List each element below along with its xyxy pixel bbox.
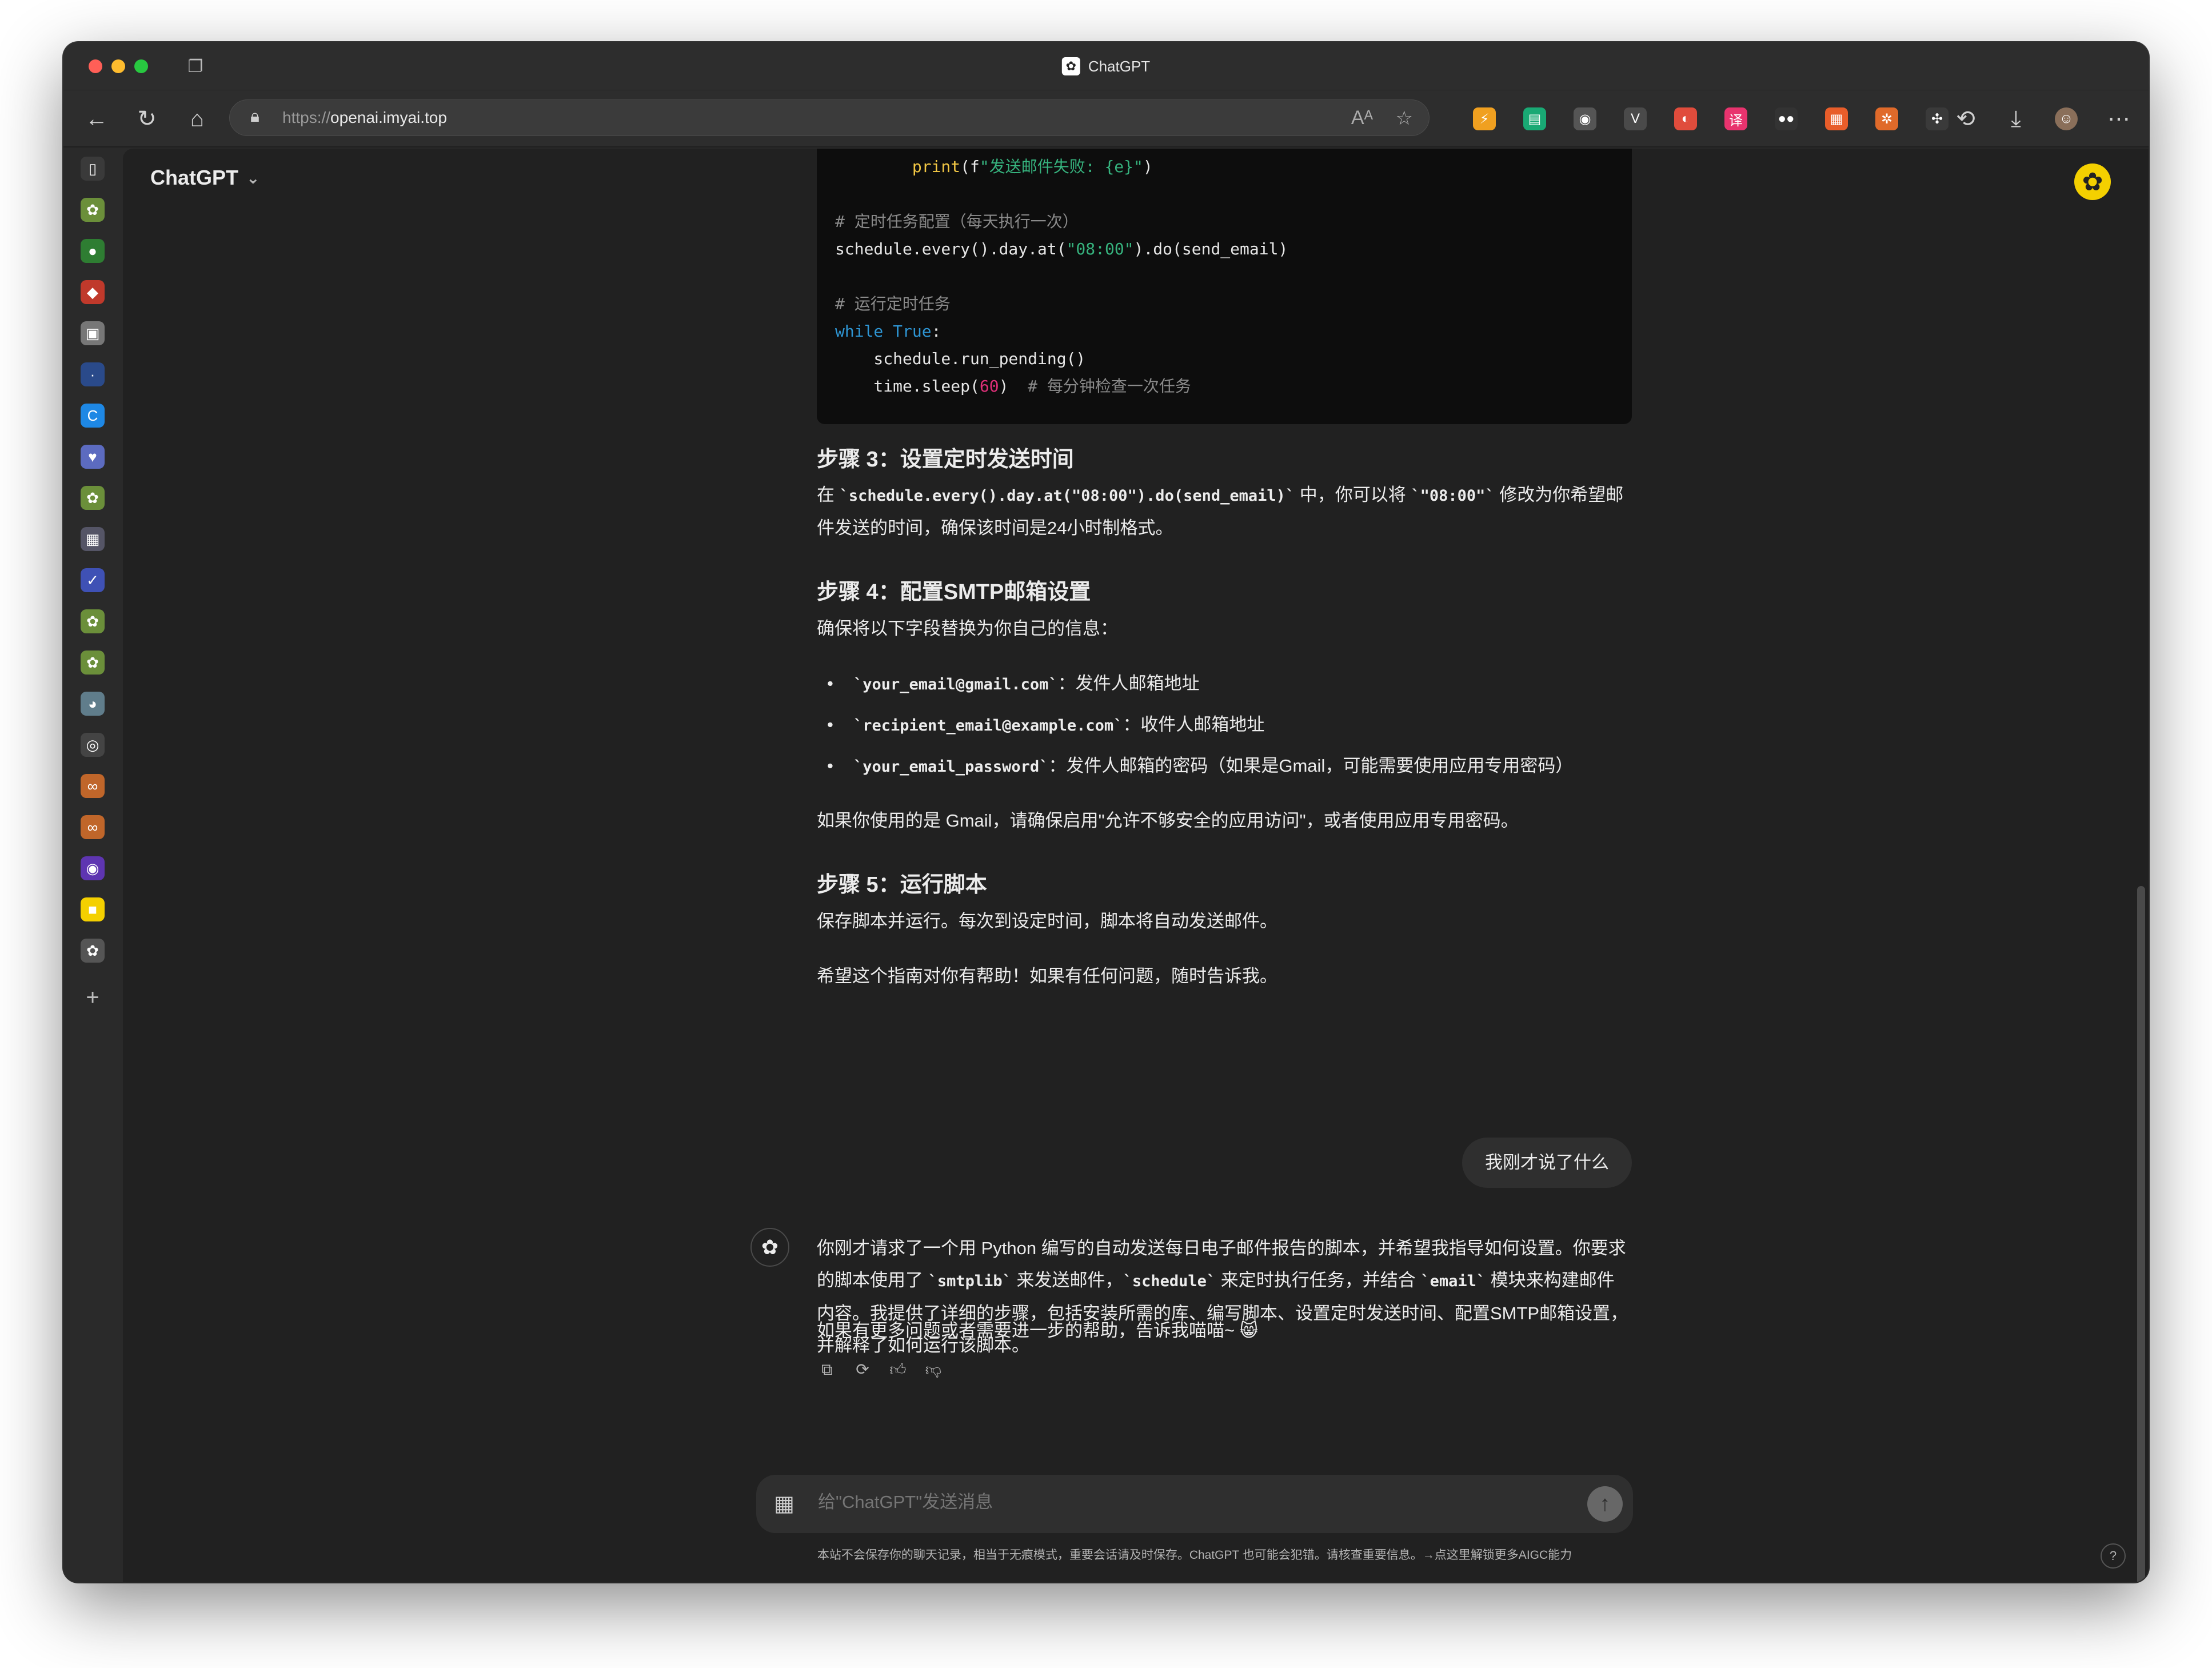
message-composer: ▦ ↑ [756,1475,1633,1533]
browser-window: ❐ ✿ ChatGPT ← ↻ ⌂ 🔒︎ https://openai.imya… [63,42,2149,1582]
browser-toolbar: ← ↻ ⌂ 🔒︎ https://openai.imyai.top Aᴬ ☆ ⚡… [63,90,2149,147]
ext-boxes-icon[interactable]: ▦ [1825,107,1848,130]
code-block: print(f"发送邮件失败: {e}") # 定时任务配置（每天执行一次） sch… [817,149,1632,424]
chevron-down-icon: ⌄ [246,169,260,187]
step3-heading: 步骤 3：设置定时发送时间 [817,448,1074,472]
ext-green-icon[interactable]: ▤ [1523,107,1546,130]
chatgpt-icon[interactable]: ✿ [81,609,105,633]
send-button[interactable]: ↑ [1587,1486,1623,1522]
model-name: ChatGPT [150,166,239,189]
minimize-window-button[interactable] [111,59,125,73]
list-item: `your_email_password`：发件人邮箱的密码（如果是Gmail，… [817,750,1573,783]
code-line: time.sleep(60) # 每分钟检查一次任务 [835,377,1191,396]
link-icon[interactable]: ∞ [81,815,105,839]
grid-icon[interactable]: ▦ [81,527,105,551]
step4-intro: 确保将以下字段替换为你自己的信息： [817,618,1118,639]
image-icon[interactable]: ▣ [81,321,105,345]
user-message-bubble: 我刚才说了什么 [1462,1138,1632,1188]
lock-icon: 🔒︎ [250,107,259,126]
code-line: print(f"发送邮件失败: {e}") [912,157,1153,176]
ext-chrome-icon[interactable]: ◐ [1674,107,1697,130]
step5-heading: 步骤 5：运行脚本 [817,873,987,897]
list-item: `your_email@gmail.com`：发件人邮箱地址 [817,668,1200,701]
step4-note: 如果你使用的是 Gmail，请确保启用"允许不够安全的应用访问"，或者使用应用专… [817,811,1519,831]
favorite-star-icon[interactable]: ☆ [1396,107,1413,130]
home-icon[interactable]: ⌂ [183,105,211,133]
closing-text: 希望这个指南对你有帮助！如果有任何问题，随时告诉我。 [817,966,1277,986]
ext-gear-orange-icon[interactable]: ✲ [1875,107,1898,130]
code-line: schedule.every().day.at("08:00").do(send… [835,240,1288,258]
sidebar-toggle-icon[interactable]: ▯ [81,157,105,181]
scrollbar[interactable] [2137,886,2145,1582]
active-tab[interactable]: ✿ ChatGPT [1061,56,1151,77]
code-line: # 定时任务配置（每天执行一次） [835,212,1079,231]
add-icon[interactable]: + [81,985,105,1010]
read-aloud-icon[interactable]: Aᴬ [1351,107,1373,129]
edge-sidebar: ▯ ✿ ● ◆ ▣ · C ♥ ✿ ▦ ✓ ✿ ✿ ◕ ◎ ∞ ∞ ◉ ■ ✿ + [63,149,122,1582]
address-bar[interactable]: 🔒︎ https://openai.imyai.top Aᴬ ☆ [229,99,1430,136]
purple-icon[interactable]: ◉ [81,856,105,880]
chatgpt-icon[interactable]: ✿ [81,486,105,510]
downloads-icon[interactable]: ⤓ [2002,105,2030,133]
thumbs-up-icon[interactable]: 👍︎ [888,1359,908,1380]
url-text[interactable]: https://openai.imyai.top [282,109,447,127]
code-line: # 运行定时任务 [835,294,951,313]
close-window-button[interactable] [89,59,102,73]
link-icon[interactable]: ∞ [81,774,105,798]
back-icon[interactable]: ← [83,105,110,133]
help-button[interactable]: ? [2101,1543,2126,1569]
leaf-icon[interactable]: ● [81,239,105,263]
step5-text: 保存脚本并运行。每次到设定时间，脚本将自动发送邮件。 [817,911,1277,931]
extensions-puzzle-icon[interactable]: ✣ [1926,107,1949,130]
openai-logo-icon[interactable]: ✿ [2074,163,2111,200]
code-line: schedule.run_pending() [835,349,1086,368]
copilot-icon[interactable]: C [81,404,105,428]
chatgpt-active-icon[interactable]: ✿ [81,939,105,963]
zoom-window-button[interactable] [134,59,148,73]
title-bar: ❐ ✿ ChatGPT [63,42,2149,90]
sticky-note-icon[interactable]: ■ [81,897,105,921]
step4-heading: 步骤 4：配置SMTP邮箱设置 [817,580,1091,604]
dot-icon[interactable]: · [81,362,105,386]
ext-vue-icon[interactable]: V [1624,107,1647,130]
model-selector[interactable]: ChatGPT ⌄ [150,166,259,190]
heart-icon[interactable]: ♥ [81,445,105,469]
profile-avatar[interactable]: ☺ [2055,107,2078,130]
reload-icon[interactable]: ↻ [133,105,161,133]
list-item: `recipient_email@example.com`：收件人邮箱地址 [817,709,1264,742]
message-input[interactable] [818,1492,1561,1513]
chat-main: ChatGPT ⌄ ✿ print(f"发送邮件失败: {e}") # 定时任务配… [123,149,2149,1582]
ext-translate-icon[interactable]: 译 [1724,107,1747,130]
github-icon[interactable]: ◎ [81,733,105,757]
more-menu-icon[interactable]: ⋯ [2105,105,2133,133]
message-actions: ⧉ ⟳ 👍︎ 👎︎ [817,1359,944,1380]
regenerate-icon[interactable]: ⟳ [852,1359,873,1380]
ext-orange-icon[interactable]: ⚡ [1473,107,1496,130]
footer-disclaimer[interactable]: 本站不会保存你的聊天记录，相当于无痕模式，重要会话请及时保存。ChatGPT 也… [756,1546,1633,1563]
chatgpt-icon[interactable]: ✿ [81,651,105,675]
attach-icon[interactable]: ▦ [771,1491,797,1517]
chatgpt-icon[interactable]: ✿ [81,198,105,222]
blue-circle-icon[interactable]: ◕ [81,692,105,716]
ext-dots-icon[interactable]: ●● [1775,107,1798,130]
app-red-icon[interactable]: ◆ [81,280,105,304]
copy-icon[interactable]: ⧉ [817,1359,837,1380]
tab-title: ChatGPT [1088,58,1151,75]
assistant-avatar-icon: ✿ [750,1228,789,1267]
ext-glasses-icon[interactable]: ◉ [1574,107,1596,130]
assistant-reply-followup: 如果有更多问题或者需要进一步的帮助，告诉我喵喵~ 😸 [817,1320,1259,1340]
thumbs-down-icon[interactable]: 👎︎ [923,1359,944,1380]
chatgpt-favicon-icon: ✿ [1061,57,1080,75]
step3-paragraph: 在 `schedule.every().day.at("08:00").do(s… [817,485,1624,538]
code-line: while True: [835,322,941,341]
tab-actions-icon[interactable]: ❐ [185,56,206,78]
history-icon[interactable]: ⟲ [1952,105,1979,133]
check-icon[interactable]: ✓ [81,568,105,592]
